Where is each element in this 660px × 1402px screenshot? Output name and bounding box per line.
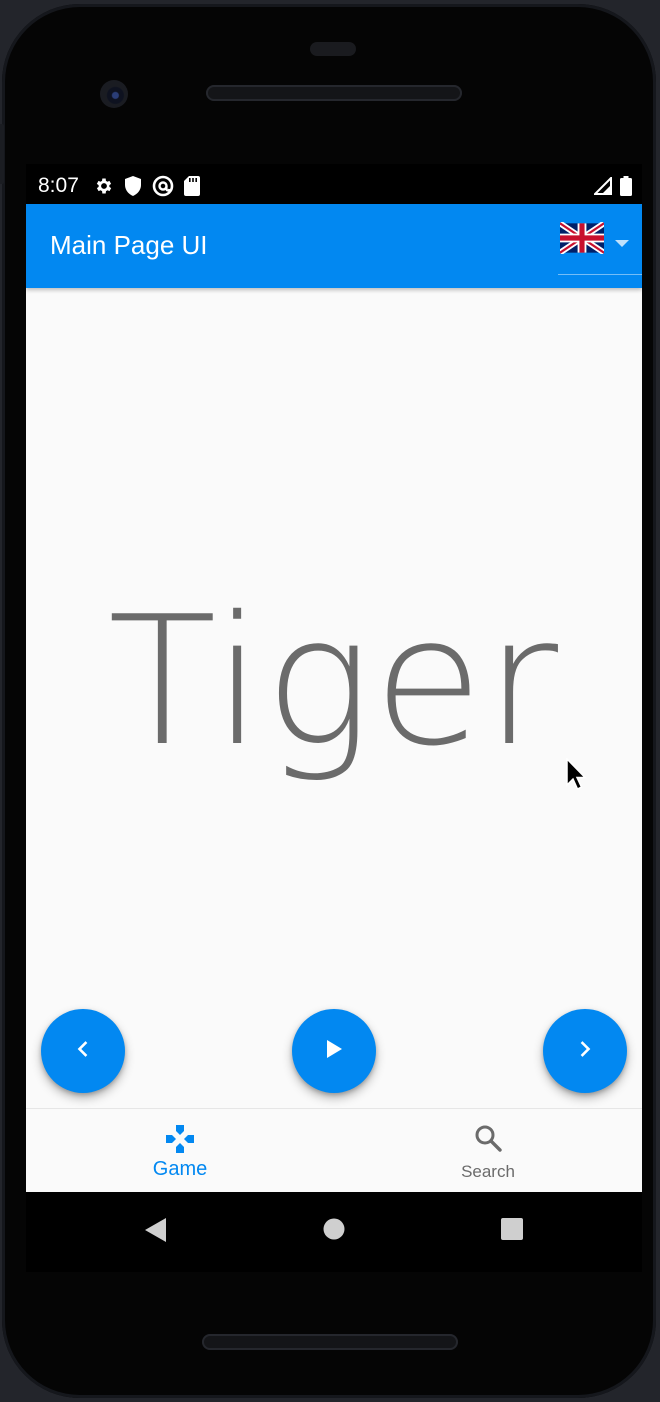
front-camera [100, 80, 128, 108]
chevron-right-icon [575, 1039, 595, 1064]
chevron-left-icon [73, 1039, 93, 1064]
gear-icon [94, 176, 114, 201]
status-notification-icons [94, 175, 200, 202]
status-system-icons [592, 175, 632, 201]
top-speaker [206, 85, 462, 101]
phone-side-button [0, 124, 4, 184]
next-button[interactable] [543, 1009, 627, 1093]
device-screen: 8:07 Main Page UI Tiger Game Search [26, 164, 642, 1272]
play-button[interactable] [292, 1009, 376, 1093]
at-sign-icon [152, 175, 174, 202]
page-title: Main Page UI [50, 230, 208, 260]
home-icon[interactable] [323, 1218, 345, 1245]
status-time: 8:07 [38, 174, 79, 197]
status-bar: 8:07 [26, 164, 642, 204]
cellular-signal-icon [592, 175, 612, 200]
search-icon [473, 1123, 503, 1158]
uk-flag-icon [558, 220, 606, 259]
gamepad-icon [164, 1123, 196, 1160]
current-word: Tiger [107, 578, 561, 785]
phone-earpiece [310, 42, 356, 56]
arrow-drop-down-icon [614, 236, 630, 254]
sd-card-icon [184, 176, 200, 201]
battery-icon [620, 176, 632, 201]
bottom-speaker [202, 1334, 458, 1350]
play-icon [323, 1038, 345, 1065]
back-icon[interactable] [144, 1217, 168, 1248]
nav-label-game: Game [152, 1158, 208, 1180]
language-dropdown[interactable] [558, 220, 642, 275]
bottom-navigation: Game Search [26, 1108, 642, 1193]
nav-label-search: Search [461, 1162, 515, 1181]
nav-item-game[interactable]: Game [26, 1109, 334, 1193]
recents-icon[interactable] [500, 1217, 524, 1246]
app-bar: Main Page UI [26, 204, 642, 288]
mouse-pointer-icon [566, 757, 590, 799]
nav-item-search[interactable]: Search [334, 1109, 642, 1193]
previous-button[interactable] [41, 1009, 125, 1093]
game-content: Tiger [26, 288, 642, 1108]
phone-frame: 8:07 Main Page UI Tiger Game Search [0, 4, 656, 1398]
shield-icon [124, 176, 142, 201]
system-navigation-bar [26, 1192, 642, 1272]
